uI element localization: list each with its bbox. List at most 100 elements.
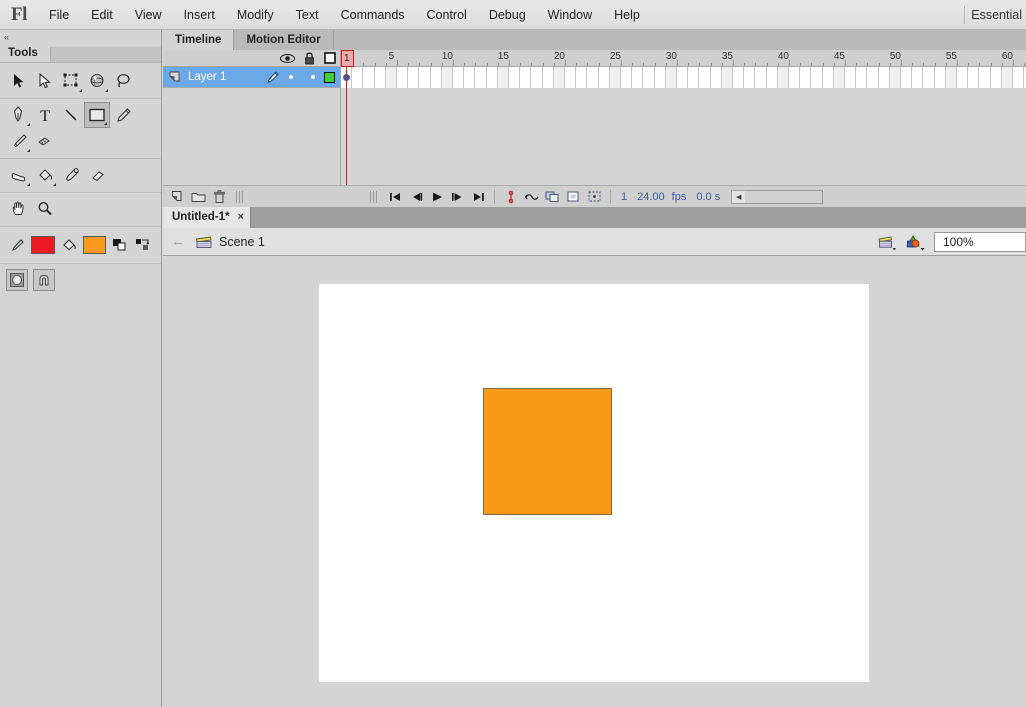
frame-cell[interactable] [957, 67, 968, 88]
swap-colors-button[interactable] [132, 232, 155, 258]
edit-multiple-frames-button[interactable] [542, 187, 563, 207]
frame-cell[interactable] [879, 67, 890, 88]
frame-cell[interactable] [733, 67, 744, 88]
frame-cell[interactable] [901, 67, 912, 88]
free-transform-tool[interactable] [58, 68, 84, 94]
deco-tool[interactable] [32, 128, 58, 154]
go-to-first-frame-button[interactable] [384, 187, 405, 207]
playhead-marker[interactable]: 1 [341, 50, 354, 67]
frame-cell[interactable] [856, 67, 867, 88]
frame-cell[interactable] [408, 67, 419, 88]
new-folder-button[interactable] [188, 187, 209, 207]
onion-skin-button[interactable] [500, 187, 521, 207]
frame-cell[interactable] [767, 67, 778, 88]
black-and-white-button[interactable] [108, 232, 131, 258]
modify-onion-markers-button[interactable] [563, 187, 584, 207]
center-frame-button[interactable] [584, 187, 605, 207]
frame-cell[interactable] [621, 67, 632, 88]
stroke-color-swatch[interactable] [31, 236, 55, 254]
frame-cell[interactable] [811, 67, 822, 88]
frame-cell[interactable] [979, 67, 990, 88]
subselection-tool[interactable] [32, 68, 58, 94]
paint-bucket-tool[interactable] [32, 162, 58, 188]
step-forward-one-frame-button[interactable] [447, 187, 468, 207]
frame-cell[interactable] [397, 67, 408, 88]
3d-rotation-tool[interactable] [84, 68, 110, 94]
frame-cell[interactable] [890, 67, 901, 88]
new-layer-button[interactable] [167, 187, 188, 207]
tab-motion-editor[interactable]: Motion Editor [234, 30, 333, 50]
frame-cell[interactable] [968, 67, 979, 88]
frame-cell[interactable] [419, 67, 430, 88]
stage-canvas-area[interactable] [163, 256, 1026, 706]
frame-cell[interactable] [923, 67, 934, 88]
pen-tool[interactable] [6, 102, 32, 128]
eye-icon[interactable] [280, 53, 295, 64]
lasso-tool[interactable] [110, 68, 136, 94]
orange-rectangle[interactable] [483, 388, 612, 515]
frame-cell[interactable] [935, 67, 946, 88]
frame-cell[interactable] [643, 67, 654, 88]
frame-cell[interactable] [375, 67, 386, 88]
frame-cell[interactable] [1013, 67, 1024, 88]
frame-cell[interactable] [520, 67, 531, 88]
menu-file[interactable]: File [38, 0, 80, 30]
tab-tools[interactable]: Tools [0, 44, 50, 62]
back-arrow-icon[interactable]: ← [171, 233, 186, 250]
timeline-horizontal-scrollbar[interactable]: ◀ [731, 190, 823, 204]
play-button[interactable] [426, 187, 447, 207]
frame-cell[interactable] [453, 67, 464, 88]
frame-cell[interactable] [1002, 67, 1013, 88]
menu-text[interactable]: Text [285, 0, 330, 30]
frame-cell[interactable] [744, 67, 755, 88]
frame-cell[interactable] [711, 67, 722, 88]
zoom-level-field[interactable]: 100% [934, 232, 1026, 252]
frame-cell[interactable] [867, 67, 878, 88]
brush-tool[interactable] [6, 128, 32, 154]
frame-cell[interactable] [823, 67, 834, 88]
go-to-last-frame-button[interactable] [468, 187, 489, 207]
menu-edit[interactable]: Edit [80, 0, 124, 30]
frame-cell[interactable] [543, 67, 554, 88]
lock-icon[interactable] [304, 52, 315, 65]
menu-help[interactable]: Help [603, 0, 651, 30]
stage[interactable] [319, 284, 869, 682]
frame-cell[interactable] [431, 67, 442, 88]
frame-cell[interactable] [509, 67, 520, 88]
frame-cell[interactable] [386, 67, 397, 88]
eraser-tool[interactable] [84, 162, 110, 188]
workspace-switcher[interactable]: Essential [958, 0, 1026, 30]
frame-cell[interactable] [610, 67, 621, 88]
layer-name-label[interactable]: Layer 1 [188, 71, 266, 83]
layer-visibility-toggle[interactable] [289, 75, 293, 79]
menu-debug[interactable]: Debug [478, 0, 537, 30]
frame-cell[interactable] [587, 67, 598, 88]
frame-cell[interactable] [778, 67, 789, 88]
delete-layer-button[interactable] [209, 187, 230, 207]
edit-symbols-button[interactable] [905, 233, 926, 251]
menu-window[interactable]: Window [537, 0, 603, 30]
line-tool[interactable] [58, 102, 84, 128]
frame-cell[interactable] [722, 67, 733, 88]
outline-square-icon[interactable] [324, 52, 336, 64]
frame-cell[interactable] [789, 67, 800, 88]
frame-cell[interactable] [991, 67, 1002, 88]
rectangle-tool[interactable] [84, 102, 110, 128]
eyedropper-tool[interactable] [58, 162, 84, 188]
frame-cell[interactable] [755, 67, 766, 88]
tab-timeline[interactable]: Timeline [163, 30, 234, 50]
fill-color-swatch[interactable] [83, 236, 107, 254]
frame-cell[interactable] [845, 67, 856, 88]
frame-cell[interactable] [688, 67, 699, 88]
scroll-left-icon[interactable]: ◀ [732, 191, 745, 203]
frame-cell[interactable] [655, 67, 666, 88]
frame-cell[interactable] [834, 67, 845, 88]
frame-cell[interactable] [464, 67, 475, 88]
workspace-label[interactable]: Essential [971, 8, 1026, 22]
hand-tool[interactable] [6, 196, 32, 222]
bone-tool[interactable] [6, 162, 32, 188]
edit-scene-button[interactable] [877, 233, 897, 251]
zoom-tool[interactable] [32, 196, 58, 222]
frame-cell[interactable] [487, 67, 498, 88]
menu-view[interactable]: View [124, 0, 173, 30]
